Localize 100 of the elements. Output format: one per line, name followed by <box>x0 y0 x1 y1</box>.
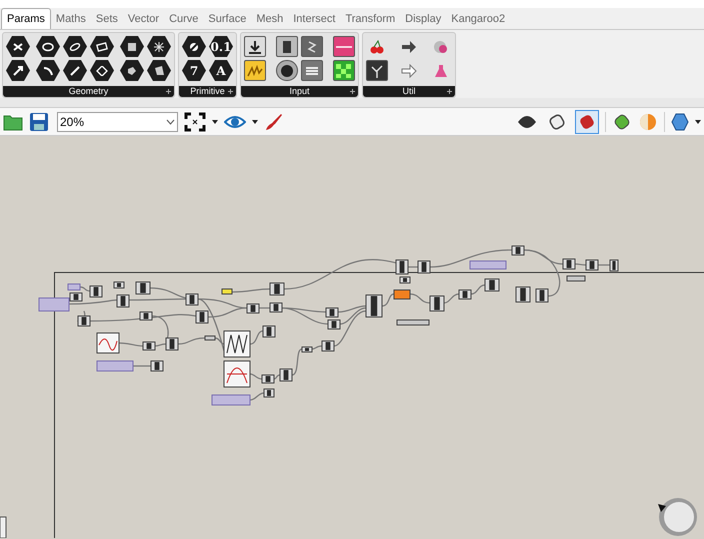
component-node[interactable] <box>280 368 292 382</box>
ribbon-tab[interactable]: Kangaroo2 <box>446 9 510 29</box>
wire <box>154 343 166 347</box>
component-node[interactable] <box>246 304 260 314</box>
navigation-dial-icon[interactable] <box>658 498 697 536</box>
component-node[interactable] <box>394 290 410 300</box>
expand-icon <box>447 89 452 94</box>
component-node[interactable] <box>262 374 274 384</box>
caret-icon[interactable] <box>695 120 701 124</box>
surface-icon[interactable] <box>147 60 171 81</box>
component-node[interactable] <box>430 296 444 312</box>
glyph-icon[interactable]: 7 <box>182 60 206 81</box>
component-node[interactable] <box>586 260 598 270</box>
zoom-dropdown[interactable]: 20% <box>57 112 178 132</box>
ribbon-tab[interactable]: Params <box>1 8 51 29</box>
dial-icon[interactable] <box>276 60 298 81</box>
component-node[interactable] <box>262 326 276 338</box>
expand-icon <box>166 89 171 94</box>
slider-node[interactable] <box>68 284 80 290</box>
ribbon-tab[interactable]: Curve <box>164 9 204 29</box>
component-node[interactable] <box>516 286 530 302</box>
rectangle-icon[interactable] <box>90 36 114 57</box>
scroll-handle[interactable] <box>0 516 6 538</box>
component-node[interactable] <box>458 290 472 300</box>
cube-icon[interactable] <box>120 36 144 57</box>
caret-icon[interactable] <box>252 120 258 124</box>
component-node[interactable] <box>142 342 156 350</box>
group-footer[interactable]: Input <box>241 86 358 97</box>
ribbon-tab[interactable]: Vector <box>122 9 164 29</box>
component-node[interactable] <box>328 320 340 330</box>
component-node[interactable] <box>396 260 408 274</box>
component-node[interactable] <box>90 286 102 298</box>
component-node[interactable] <box>78 316 90 326</box>
component-node[interactable] <box>204 336 216 340</box>
component-node[interactable] <box>264 388 274 398</box>
slider-node[interactable] <box>212 394 250 406</box>
curve-icon[interactable] <box>36 60 60 81</box>
component-node[interactable] <box>140 312 152 320</box>
ribbon-tab[interactable]: Surface <box>203 9 252 29</box>
component-node[interactable] <box>366 294 382 318</box>
ribbon-tab[interactable]: Mesh <box>251 9 288 29</box>
ribbon-tab[interactable]: Maths <box>50 9 91 29</box>
component-node[interactable] <box>70 292 82 302</box>
ribbon-tab[interactable]: Sets <box>90 9 123 29</box>
tree-icon[interactable] <box>366 60 388 81</box>
component-node[interactable] <box>326 308 338 318</box>
component-node[interactable] <box>562 258 576 270</box>
boolean-icon[interactable] <box>182 36 206 57</box>
wire <box>250 373 262 380</box>
caret-icon[interactable] <box>212 120 218 124</box>
gradient-icon[interactable] <box>333 36 355 57</box>
component-node[interactable] <box>222 288 232 294</box>
glyph-icon[interactable]: 0.1 <box>209 36 233 57</box>
ribbon-tab[interactable]: Display <box>400 9 446 29</box>
eye-icon[interactable] <box>224 114 246 130</box>
group-footer[interactable]: Primitive <box>179 86 236 97</box>
zoom-extents-icon[interactable] <box>184 112 206 132</box>
wire <box>232 288 270 293</box>
component-node[interactable] <box>166 338 178 350</box>
slider-node[interactable] <box>96 360 134 372</box>
component-node[interactable] <box>114 282 124 288</box>
component-node[interactable] <box>136 282 150 294</box>
component-node[interactable] <box>302 346 312 352</box>
component-node[interactable] <box>484 278 500 292</box>
component-node[interactable] <box>418 260 430 274</box>
component-node[interactable] <box>512 246 524 256</box>
slider-node[interactable] <box>38 298 70 312</box>
hexagon-icon[interactable] <box>671 112 689 130</box>
ribbon-tab[interactable]: Transform <box>340 9 400 29</box>
graph-node[interactable] <box>96 332 120 354</box>
glyph-icon[interactable]: A <box>209 60 233 81</box>
component-node[interactable] <box>396 320 430 326</box>
checker-icon[interactable] <box>333 60 355 81</box>
cross-icon[interactable] <box>6 36 30 57</box>
toggle-icon[interactable] <box>276 36 298 57</box>
component-node[interactable] <box>322 340 334 352</box>
preview-mode-button[interactable] <box>575 110 599 134</box>
component-node[interactable] <box>610 260 618 272</box>
brush-icon[interactable] <box>264 112 284 132</box>
save-icon[interactable] <box>29 112 49 132</box>
graph-node[interactable] <box>224 330 250 358</box>
component-node[interactable] <box>536 288 548 302</box>
download-icon[interactable] <box>244 36 266 57</box>
component-node[interactable] <box>270 302 282 312</box>
component-node[interactable] <box>566 276 586 282</box>
ribbon-tab[interactable]: Intersect <box>288 9 340 29</box>
group-footer[interactable]: Util <box>363 86 455 97</box>
wire <box>470 284 486 295</box>
component-node[interactable] <box>196 310 208 324</box>
slider-node[interactable] <box>470 260 506 270</box>
component-node[interactable] <box>270 282 284 296</box>
graph-icon[interactable] <box>244 60 266 81</box>
component-node[interactable] <box>186 294 198 306</box>
component-node[interactable] <box>150 360 164 372</box>
wire <box>133 365 151 367</box>
component-node[interactable] <box>400 276 410 284</box>
graph-node[interactable] <box>224 360 250 388</box>
component-node[interactable] <box>116 294 130 308</box>
list-icon[interactable] <box>301 60 323 81</box>
group-footer[interactable]: Geometry <box>3 86 174 97</box>
